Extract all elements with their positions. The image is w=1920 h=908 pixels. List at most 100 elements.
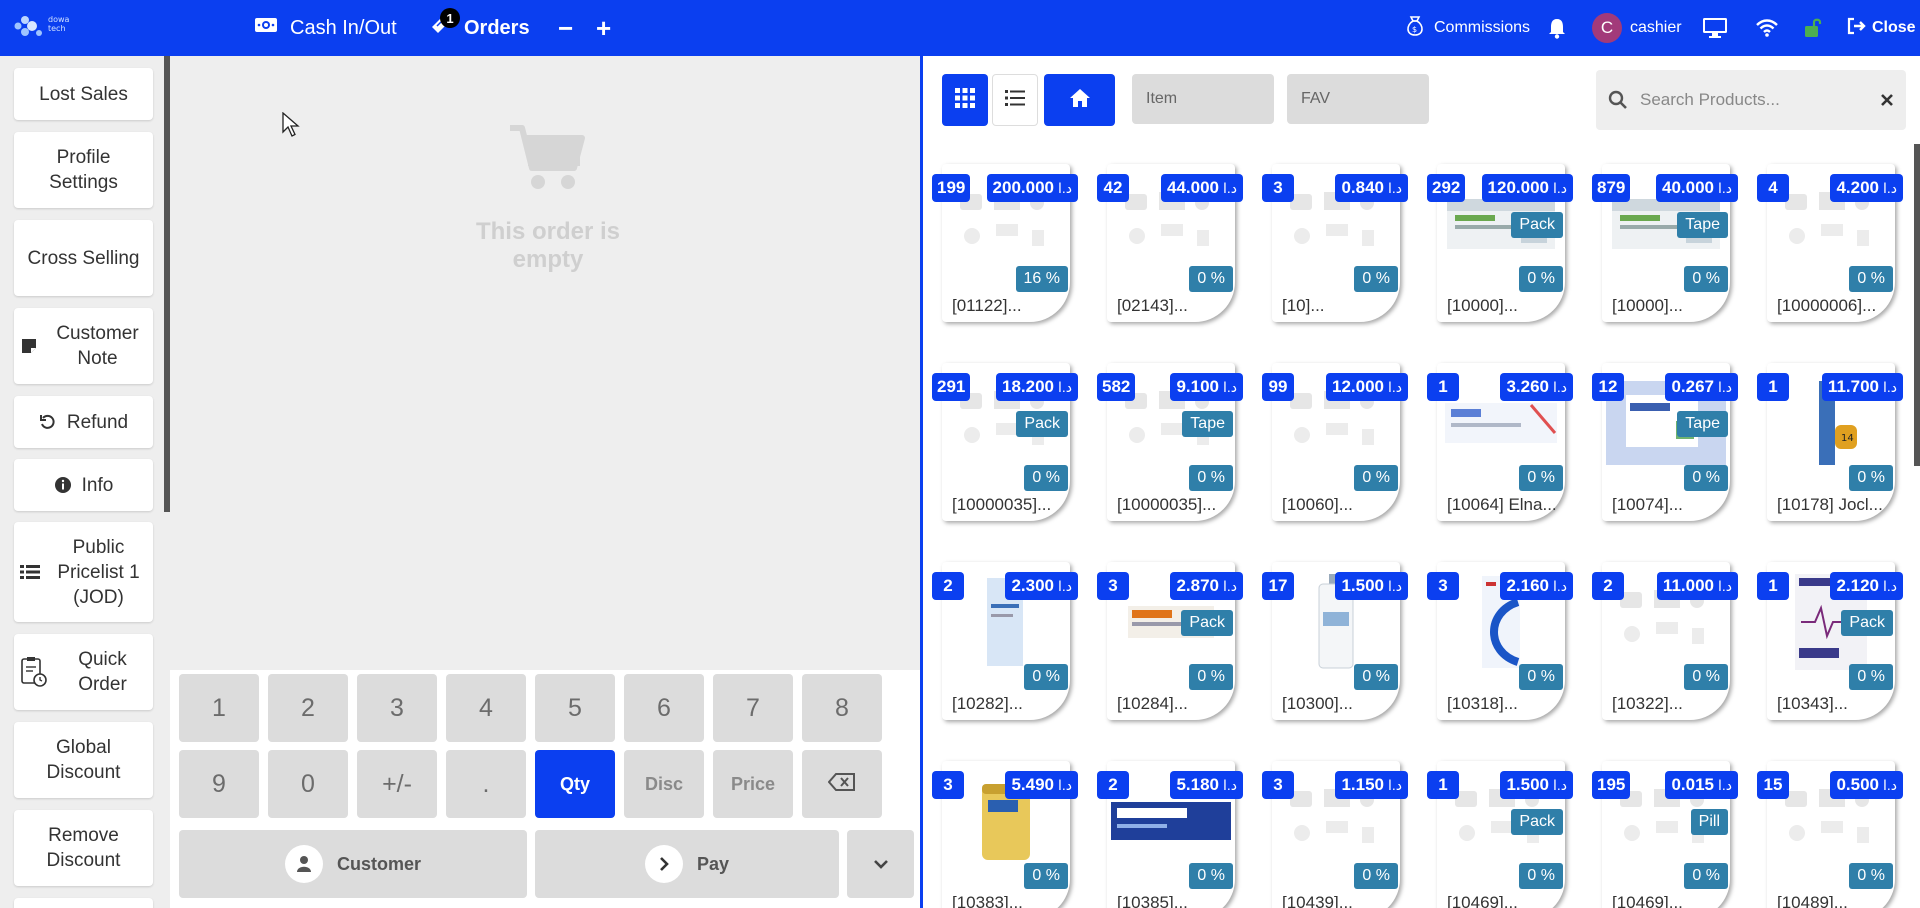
package-badge: Pack bbox=[1841, 610, 1893, 636]
home-category-button[interactable] bbox=[1044, 74, 1115, 126]
numpad-key-8[interactable]: 8 bbox=[802, 674, 882, 742]
more-options-button[interactable] bbox=[847, 830, 914, 898]
grid-view-button[interactable] bbox=[942, 74, 988, 126]
search-bar bbox=[1596, 70, 1906, 130]
search-input[interactable] bbox=[1640, 90, 1870, 110]
discount-badge: 0 % bbox=[1189, 863, 1233, 889]
numpad-key-7[interactable]: 7 bbox=[713, 674, 793, 742]
refund-button[interactable]: Refund bbox=[14, 396, 153, 448]
product-card[interactable]: 42 44.000 د.ا 0 % [02143]... bbox=[1095, 160, 1247, 325]
list-icon bbox=[1005, 89, 1025, 112]
avatar: C bbox=[1592, 13, 1622, 43]
qty-mode-button[interactable]: Qty bbox=[535, 750, 615, 818]
orders-button[interactable]: Orders bbox=[428, 0, 530, 56]
price-mode-button[interactable]: Price bbox=[713, 750, 793, 818]
product-card[interactable]: 14 1 11.700 د.ا 0 % [10178] Jocl... bbox=[1755, 359, 1907, 524]
list-view-button[interactable] bbox=[992, 74, 1038, 126]
product-name: [10343]... bbox=[1777, 694, 1848, 713]
product-card[interactable]: 2 11.000 د.ا 0 % [10322]... bbox=[1590, 558, 1742, 723]
product-card[interactable]: 195 0.015 د.ا Pill 0 % [10469]... bbox=[1590, 757, 1742, 908]
remove-order-button[interactable]: − bbox=[558, 0, 573, 56]
numpad-key-5[interactable]: 5 bbox=[535, 674, 615, 742]
remove-discount-button[interactable]: Remove Discount bbox=[14, 810, 153, 886]
chevron-right-icon bbox=[644, 845, 683, 883]
product-card[interactable]: 879 40.000 د.ا Tape 0 % [10000]... bbox=[1590, 160, 1742, 325]
product-card[interactable]: 199 200.000 د.ا 16 % [01122]... bbox=[930, 160, 1082, 325]
product-card[interactable]: 291 18.200 د.ا Pack 0 % [10000035]... bbox=[930, 359, 1082, 524]
customer-note-button[interactable]: Customer Note bbox=[14, 308, 153, 384]
profile-settings-button[interactable]: Profile Settings bbox=[14, 132, 153, 208]
add-order-button[interactable]: + bbox=[596, 0, 611, 56]
commissions-button[interactable]: $ Commissions bbox=[1404, 0, 1530, 56]
product-name: [02143]... bbox=[1117, 296, 1188, 315]
product-card[interactable]: 99 12.000 د.ا 0 % [10060]... bbox=[1260, 359, 1412, 524]
user-menu[interactable]: C cashier bbox=[1592, 0, 1682, 56]
price-value: 18.200 bbox=[1001, 377, 1054, 396]
product-card[interactable]: 15 0.500 د.ا 0 % [10489]... bbox=[1755, 757, 1907, 908]
pay-button[interactable]: Pay bbox=[535, 830, 839, 898]
product-card[interactable]: 2 2.300 د.ا 0 % [10282]... bbox=[930, 558, 1082, 723]
close-button[interactable]: Close bbox=[1846, 0, 1916, 56]
numpad-key-decimal[interactable]: . bbox=[446, 750, 526, 818]
disc-mode-button[interactable]: Disc bbox=[624, 750, 704, 818]
numpad-key-9[interactable]: 9 bbox=[179, 750, 259, 818]
more-actions-button[interactable] bbox=[14, 898, 153, 908]
product-name: [10060]... bbox=[1282, 495, 1353, 514]
cash-in-out-button[interactable]: Cash In/Out bbox=[254, 0, 397, 56]
product-card[interactable]: 582 9.100 د.ا Tape 0 % [10000035]... bbox=[1095, 359, 1247, 524]
product-card[interactable]: 1 1.500 د.ا Pack 0 % [10469]... bbox=[1425, 757, 1577, 908]
stock-badge: 3 bbox=[1262, 174, 1294, 202]
quick-order-button[interactable]: Quick Order bbox=[14, 634, 153, 710]
product-card[interactable]: 3 5.490 د.ا 0 % [10383]... bbox=[930, 757, 1082, 908]
discount-badge: 0 % bbox=[1354, 465, 1398, 491]
monitor-icon[interactable] bbox=[1700, 0, 1730, 56]
numpad-key-0[interactable]: 0 bbox=[268, 750, 348, 818]
category-item-button[interactable]: Item bbox=[1132, 74, 1274, 124]
backspace-button[interactable] bbox=[802, 750, 882, 818]
pricelist-button[interactable]: Public Pricelist 1 (JOD) bbox=[14, 522, 153, 622]
stock-badge: 2 bbox=[1097, 771, 1129, 799]
numpad-key-plus-minus[interactable]: +/- bbox=[357, 750, 437, 818]
numpad-key-3[interactable]: 3 bbox=[357, 674, 437, 742]
currency-label: د.ا bbox=[1552, 776, 1567, 793]
product-card[interactable]: 292 120.000 د.ا Pack 0 % [10000]... bbox=[1425, 160, 1577, 325]
product-card[interactable]: 17 1.500 د.ا 0 % [10300]... bbox=[1260, 558, 1412, 723]
product-name: [10469]... bbox=[1447, 893, 1518, 908]
discount-badge: 0 % bbox=[1519, 266, 1563, 292]
price-badge: 2.160 د.ا bbox=[1500, 572, 1573, 600]
product-name: [10000]... bbox=[1447, 296, 1518, 315]
numpad-key-4[interactable]: 4 bbox=[446, 674, 526, 742]
numpad-key-1[interactable]: 1 bbox=[179, 674, 259, 742]
product-name: [10000]... bbox=[1612, 296, 1683, 315]
backspace-icon bbox=[827, 770, 856, 799]
product-card[interactable]: 1 3.260 د.ا 0 % [10064] Elna... bbox=[1425, 359, 1577, 524]
product-card[interactable]: 3 2.870 د.ا Pack 0 % [10284]... bbox=[1095, 558, 1247, 723]
bell-icon[interactable] bbox=[1542, 0, 1572, 56]
product-card[interactable]: 2 5.180 د.ا 0 % [10385]... bbox=[1095, 757, 1247, 908]
close-label: Close bbox=[1872, 19, 1916, 36]
category-fav-button[interactable]: FAV bbox=[1287, 74, 1429, 124]
currency-label: د.ا bbox=[1057, 577, 1072, 594]
global-discount-button[interactable]: Global Discount bbox=[14, 722, 153, 798]
customer-button[interactable]: Customer bbox=[179, 830, 527, 898]
lost-sales-button[interactable]: Lost Sales bbox=[14, 68, 153, 120]
unlock-icon[interactable] bbox=[1800, 0, 1828, 56]
cross-selling-button[interactable]: Cross Selling bbox=[14, 220, 153, 296]
product-card[interactable]: 12 0.267 د.ا Tape 0 % [10074]... bbox=[1590, 359, 1742, 524]
price-value: 44.000 bbox=[1166, 178, 1219, 197]
product-card[interactable]: 3 2.160 د.ا 0 % [10318]... bbox=[1425, 558, 1577, 723]
discount-badge: 0 % bbox=[1189, 664, 1233, 690]
product-name: [10064] Elna... bbox=[1447, 495, 1557, 514]
info-button[interactable]: Info bbox=[14, 459, 153, 511]
product-card[interactable]: 3 1.150 د.ا 0 % [10439]... bbox=[1260, 757, 1412, 908]
numpad-key-6[interactable]: 6 bbox=[624, 674, 704, 742]
package-badge: Tape bbox=[1677, 212, 1728, 238]
price-value: 1.500 bbox=[1506, 775, 1549, 794]
svg-text:14: 14 bbox=[1841, 433, 1854, 444]
numpad-key-2[interactable]: 2 bbox=[268, 674, 348, 742]
product-card[interactable]: 1 2.120 د.ا Pack 0 % [10343]... bbox=[1755, 558, 1907, 723]
product-card[interactable]: 3 0.840 د.ا 0 % [10]... bbox=[1260, 160, 1412, 325]
product-card[interactable]: 4 4.200 د.ا 0 % [10000006]... bbox=[1755, 160, 1907, 325]
clear-search-icon[interactable] bbox=[1880, 93, 1894, 107]
stock-badge: 2 bbox=[932, 572, 964, 600]
